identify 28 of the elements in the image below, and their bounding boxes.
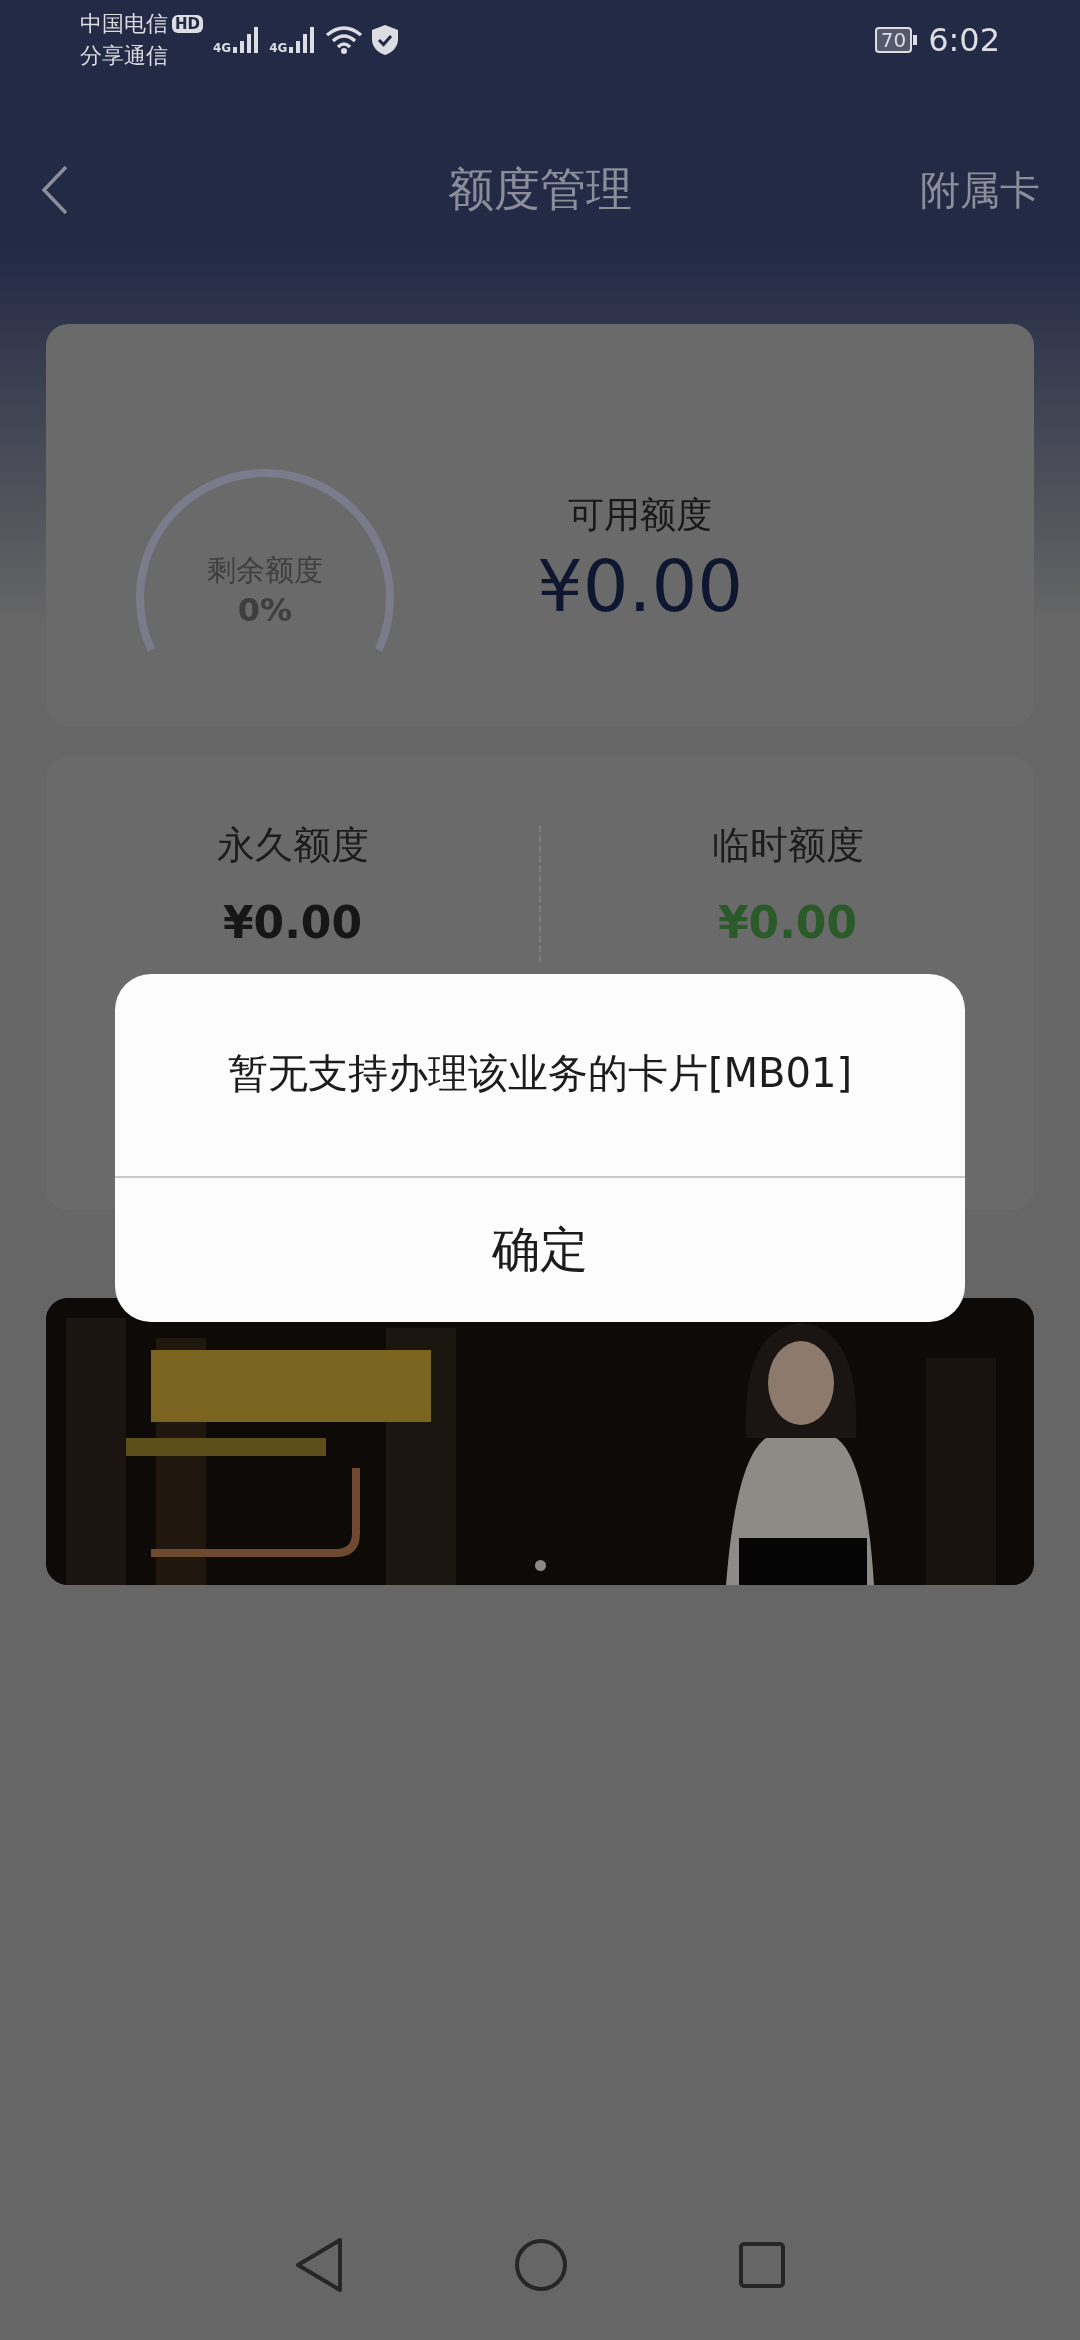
- hd-badge: HD: [172, 15, 203, 33]
- network-label: 4G: [269, 41, 288, 55]
- home-button[interactable]: [514, 2238, 568, 2292]
- wifi-icon: [325, 25, 364, 55]
- signal-icon: [233, 25, 260, 55]
- confirm-button[interactable]: 确定: [115, 1178, 965, 1322]
- available-amount: ¥0.00: [536, 544, 744, 628]
- signal-icon: [289, 25, 316, 55]
- quota-amount: ¥0.00: [222, 897, 363, 948]
- clock-time: 6:02: [928, 21, 1000, 59]
- quota-amount: ¥0.00: [717, 897, 858, 948]
- recents-icon: [738, 2241, 786, 2289]
- back-button[interactable]: [40, 165, 70, 215]
- home-icon: [514, 2238, 568, 2292]
- dialog-message: 暂无支持办理该业务的卡片[MB01]: [226, 1048, 854, 1098]
- back-icon: [40, 165, 70, 215]
- network-label: 4G: [213, 41, 232, 55]
- back-nav-button[interactable]: [294, 2237, 344, 2293]
- back-icon: [294, 2237, 344, 2293]
- carrier-name: 分享通信: [80, 42, 169, 70]
- quota-label: 临时额度: [711, 822, 864, 869]
- supplementary-card-link[interactable]: 附属卡: [920, 162, 1040, 218]
- available-label: 可用额度: [568, 493, 712, 537]
- shield-icon: [371, 24, 400, 56]
- page-title: 额度管理: [448, 161, 632, 218]
- carrier-name: 中国电信: [80, 10, 168, 38]
- recents-button[interactable]: [738, 2241, 786, 2289]
- quota-label: 永久额度: [216, 822, 369, 869]
